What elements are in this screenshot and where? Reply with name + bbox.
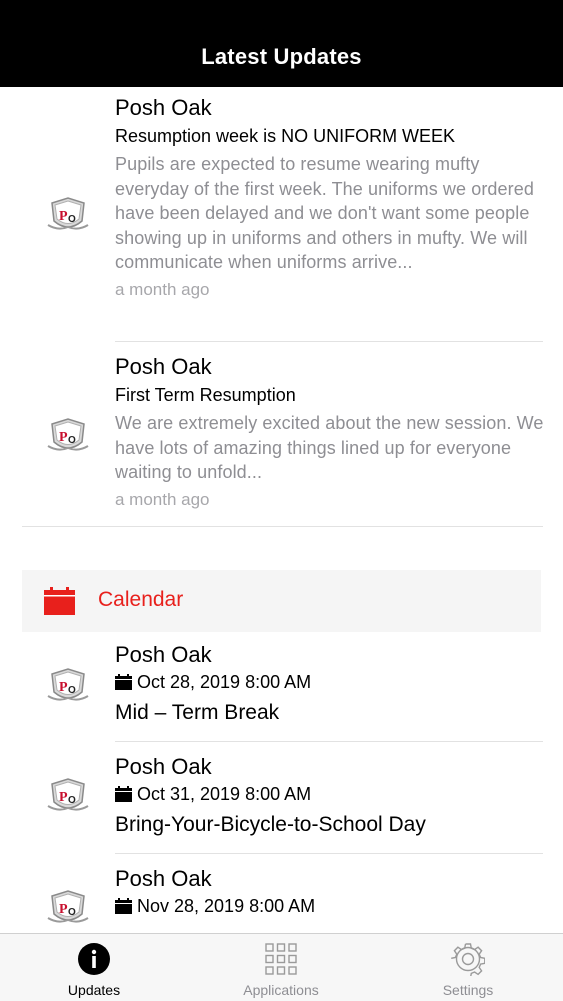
svg-text:P: P — [59, 430, 68, 445]
post-headline: Resumption week is NO UNIFORM WEEK — [115, 126, 456, 146]
posh-oak-logo: P O — [47, 418, 89, 451]
svg-text:O: O — [68, 435, 76, 446]
svg-text:O: O — [68, 214, 76, 225]
event-item[interactable]: P O Posh Oak Oct 31, 2019 8:00 AM Bring-… — [0, 742, 563, 854]
tab-updates[interactable]: Updates — [24, 934, 164, 1001]
post-body: Pupils are expected to resume wearing mu… — [115, 154, 534, 272]
event-date-text: Oct 28, 2019 8:00 AM — [137, 672, 312, 692]
svg-text:P: P — [59, 902, 68, 917]
event-item[interactable]: P O Posh Oak Nov 28, 2019 8:00 AM — [0, 854, 563, 933]
post-body: We are extremely excited about the new s… — [115, 413, 544, 482]
list-item[interactable]: P O Posh Oak First Term Resumption We ar… — [0, 342, 563, 527]
calendar-small-icon — [115, 898, 132, 914]
post-time: a month ago — [115, 489, 210, 509]
posh-oak-logo: P O — [47, 890, 89, 923]
event-title: Bring-Your-Bicycle-to-School Day — [115, 813, 426, 836]
post-sender: Posh Oak — [115, 354, 212, 379]
posh-oak-logo: P O — [47, 668, 89, 701]
updates-feed[interactable]: P O Posh Oak Resumption week is NO UNIFO… — [0, 87, 563, 933]
posh-oak-logo: P O — [47, 197, 89, 230]
gear-icon — [451, 943, 485, 976]
calendar-small-icon — [115, 674, 132, 690]
tab-label: Updates — [67, 982, 121, 998]
svg-text:O: O — [68, 685, 76, 696]
calendar-small-icon — [115, 786, 132, 802]
event-date-text: Nov 28, 2019 8:00 AM — [137, 896, 316, 916]
event-sender: Posh Oak — [115, 866, 212, 891]
list-item[interactable]: P O Posh Oak Resumption week is NO UNIFO… — [0, 87, 563, 342]
event-sender: Posh Oak — [115, 754, 212, 779]
tab-label: Applications — [243, 982, 319, 998]
event-sender: Posh Oak — [115, 642, 212, 667]
svg-text:O: O — [68, 795, 76, 806]
calendar-icon — [44, 587, 75, 615]
event-date: Oct 28, 2019 8:00 AM — [115, 671, 545, 693]
event-date-text: Oct 31, 2019 8:00 AM — [137, 784, 312, 804]
info-icon — [78, 943, 110, 975]
svg-text:P: P — [59, 209, 68, 224]
event-date: Oct 31, 2019 8:00 AM — [115, 783, 545, 805]
event-date: Nov 28, 2019 8:00 AM — [115, 895, 545, 917]
tab-settings[interactable]: Settings — [398, 934, 538, 1001]
tab-applications[interactable]: Applications — [211, 934, 351, 1001]
app-header: Latest Updates — [0, 0, 563, 87]
divider — [22, 526, 543, 527]
tab-label: Settings — [442, 982, 494, 998]
calendar-section-header: Calendar — [22, 570, 541, 632]
tab-bar: Updates Applications Settings — [0, 933, 563, 1001]
event-title: Mid – Term Break — [115, 701, 280, 724]
grid-icon — [265, 943, 297, 975]
svg-text:P: P — [59, 790, 68, 805]
event-item[interactable]: P O Posh Oak Oct 28, 2019 8:00 AM Mid – … — [0, 632, 563, 742]
posh-oak-logo: P O — [47, 778, 89, 811]
post-sender: Posh Oak — [115, 95, 212, 120]
post-time: a month ago — [115, 279, 210, 299]
section-label: Calendar — [98, 588, 184, 611]
svg-text:P: P — [59, 680, 68, 695]
post-headline: First Term Resumption — [115, 385, 296, 405]
page-title: Latest Updates — [201, 44, 362, 69]
svg-text:O: O — [68, 907, 76, 918]
